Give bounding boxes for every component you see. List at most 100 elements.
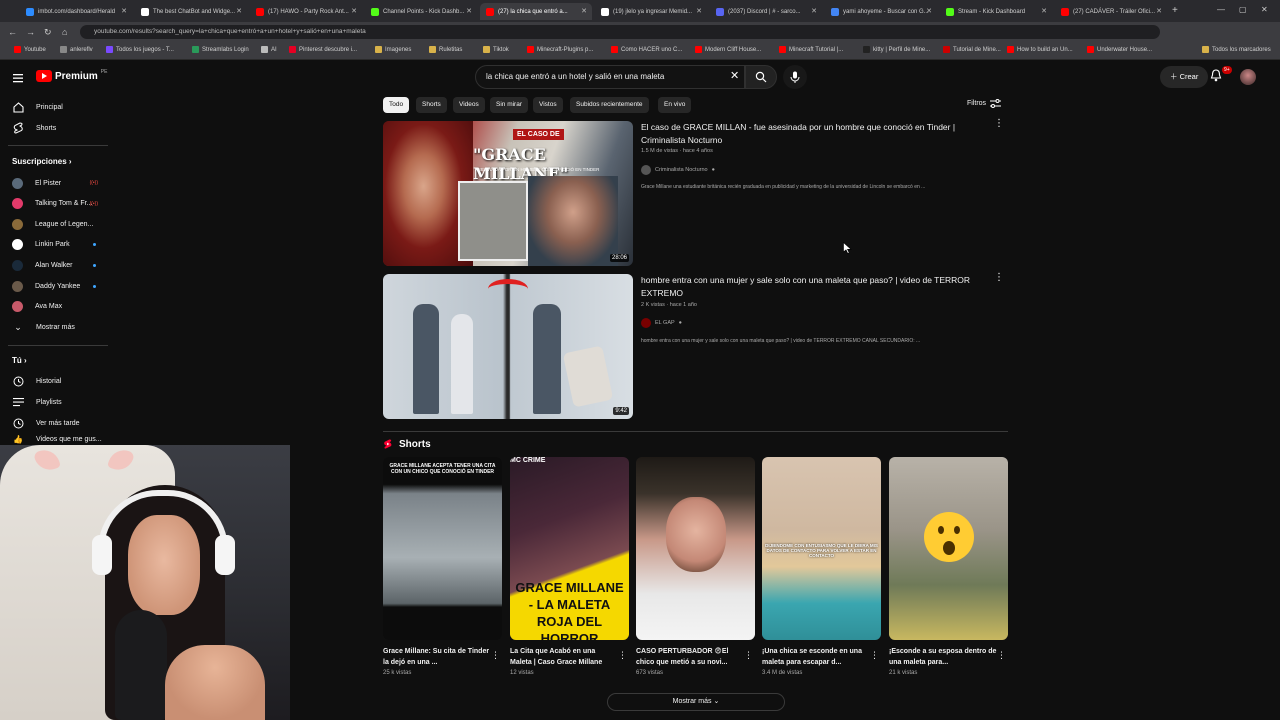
notifications-bell-icon[interactable]: [1210, 69, 1222, 87]
short-thumbnail[interactable]: GRACE MILLANE ACEPTA TENER UNA CITA CON …: [383, 457, 502, 640]
bookmark-item[interactable]: anlereflv: [60, 46, 93, 53]
close-tab-icon[interactable]: ✕: [581, 7, 587, 15]
clear-search-icon[interactable]: ✕: [730, 69, 739, 82]
bookmark-item[interactable]: Tutorial de Mine...: [943, 46, 1001, 53]
more-options-icon[interactable]: ⋮: [997, 650, 1006, 661]
video-title[interactable]: El caso de GRACE MILLAN - fue asesinada …: [641, 121, 991, 147]
browser-tab[interactable]: Channel Points - Kick Dashb... ✕: [365, 3, 477, 20]
close-tab-icon[interactable]: ✕: [351, 7, 357, 15]
bookmark-item[interactable]: Minecraft Tutorial |...: [779, 46, 843, 53]
more-options-icon[interactable]: ⋮: [491, 650, 500, 661]
browser-tab[interactable]: (19) jlelo ya ingresar Memid... ✕: [595, 3, 707, 20]
bookmark-item[interactable]: AI: [261, 46, 277, 53]
more-options-icon[interactable]: ⋮: [994, 119, 1004, 129]
close-tab-icon[interactable]: ✕: [466, 7, 472, 15]
bookmark-item[interactable]: Youtube: [14, 46, 46, 53]
filters-button[interactable]: Filtros: [967, 99, 1002, 108]
browser-tab[interactable]: imbot.com/dashboard/Herald ✕: [20, 3, 132, 20]
voice-search-button[interactable]: [783, 65, 807, 89]
url-field[interactable]: youtube.com/results?search_query=la+chic…: [80, 25, 1160, 39]
close-tab-icon[interactable]: ✕: [236, 7, 242, 15]
sidebar-subscription[interactable]: Linkin Park: [0, 235, 112, 255]
browser-tab[interactable]: (17) HAWO - Party Rock Ant... ✕: [250, 3, 362, 20]
sidebar-subscription[interactable]: League of Legen...: [0, 214, 112, 234]
bookmark-item[interactable]: Streamlabs Login: [192, 46, 249, 53]
minimize-icon[interactable]: —: [1217, 5, 1225, 14]
sidebar-subscription[interactable]: Talking Tom & Fr... ((•)): [0, 194, 112, 214]
show-more-button[interactable]: Mostrar más ⌄: [607, 693, 785, 711]
more-options-icon[interactable]: ⋮: [994, 273, 1004, 283]
short-title[interactable]: ¡Una chica se esconde en una maleta para…: [762, 646, 870, 668]
short-title[interactable]: CASO PERTURBADOR 😨El chico que metió a s…: [636, 646, 744, 668]
sidebar-item-principal[interactable]: Principal: [0, 97, 112, 117]
sidebar-item-historial[interactable]: Historial: [0, 371, 112, 391]
reload-icon[interactable]: ↻: [44, 27, 52, 38]
all-bookmarks[interactable]: Todos los marcadores: [1202, 46, 1271, 53]
menu-icon[interactable]: [13, 70, 23, 88]
sidebar-subscription[interactable]: Ava Max: [0, 297, 112, 317]
browser-tab[interactable]: (27) la chica que entró a... ✕: [480, 3, 592, 20]
sidebar-subscription[interactable]: El Pister ((•)): [0, 173, 112, 193]
youtube-logo[interactable]: Premium PE: [36, 69, 107, 82]
filter-chip[interactable]: Shorts: [416, 97, 447, 113]
home-icon[interactable]: ⌂: [62, 27, 67, 37]
bookmark-item[interactable]: Underwater House...: [1087, 46, 1152, 53]
close-tab-icon[interactable]: ✕: [1041, 7, 1047, 15]
subscriptions-header[interactable]: Suscripciones ›: [12, 157, 72, 166]
search-input[interactable]: la chica que entró a un hotel y salió en…: [475, 65, 745, 89]
close-tab-icon[interactable]: ✕: [1156, 7, 1162, 15]
filter-chip[interactable]: Sin mirar: [490, 97, 529, 113]
bookmark-item[interactable]: Pinterest descubre i...: [289, 46, 357, 53]
channel-link[interactable]: Criminalista Nocturno ●: [641, 165, 715, 175]
bookmark-item[interactable]: Todos los juegos - T...: [106, 46, 174, 53]
bookmark-item[interactable]: Minecraft-Plugins p...: [527, 46, 593, 53]
short-title[interactable]: La Cita que Acabó en una Maleta | Caso G…: [510, 646, 618, 668]
filter-chip[interactable]: Subidos recientemente: [570, 97, 649, 113]
short-thumbnail[interactable]: MC CRIME GRACE MILLANE - LA MALETA ROJA …: [510, 457, 629, 640]
bookmark-item[interactable]: Tiktok: [483, 46, 509, 53]
bookmark-item[interactable]: Imagenes: [375, 46, 411, 53]
sidebar-subscription[interactable]: Daddy Yankee: [0, 276, 112, 296]
short-title[interactable]: Grace Millane: Su cita de Tinder la dejó…: [383, 646, 491, 668]
video-thumbnail[interactable]: EL CASO DE "GRACE MILLANE" ASESINADA POR…: [383, 121, 633, 266]
back-icon[interactable]: ←: [8, 27, 17, 37]
close-tab-icon[interactable]: ✕: [121, 7, 127, 15]
browser-tab[interactable]: yami ahoyeme - Buscar con G... ✕: [825, 3, 937, 20]
browser-tab[interactable]: The best ChatBot and Widge... ✕: [135, 3, 247, 20]
bookmark-item[interactable]: Modern Cliff House...: [695, 46, 761, 53]
bookmark-item[interactable]: Ruletitas: [429, 46, 462, 53]
short-thumbnail[interactable]: [889, 457, 1008, 640]
account-avatar[interactable]: [1240, 69, 1256, 85]
bookmark-item[interactable]: kitty | Perfil de Mine...: [863, 46, 930, 53]
more-options-icon[interactable]: ⋮: [870, 650, 879, 661]
browser-tab[interactable]: (2037) Discord | # - sarco... ✕: [710, 3, 822, 20]
bookmark-item[interactable]: Como HACER uno C...: [611, 46, 682, 53]
channel-link[interactable]: EL GAP ●: [641, 318, 682, 328]
sidebar-item-playlists[interactable]: Playlists: [0, 392, 112, 412]
close-tab-icon[interactable]: ✕: [926, 7, 932, 15]
short-thumbnail[interactable]: DIJIENDOME CON ENTUSIASMO QUE LE DIERA M…: [762, 457, 881, 640]
close-tab-icon[interactable]: ✕: [811, 7, 817, 15]
video-thumbnail[interactable]: 9:42: [383, 274, 633, 419]
browser-tab[interactable]: (27) CADÁVER - Tráiler Ofici... ✕: [1055, 3, 1167, 20]
search-button[interactable]: [745, 65, 777, 89]
bookmark-item[interactable]: How to build an Un...: [1007, 46, 1073, 53]
maximize-icon[interactable]: ▢: [1239, 5, 1247, 14]
short-title[interactable]: ¡Esconde a su esposa dentro de una malet…: [889, 646, 997, 668]
more-options-icon[interactable]: ⋮: [618, 650, 627, 661]
filter-chip[interactable]: Todo: [383, 97, 410, 113]
filter-chip[interactable]: Videos: [453, 97, 485, 113]
video-title[interactable]: hombre entra con una mujer y sale solo c…: [641, 274, 991, 300]
you-header[interactable]: Tú ›: [12, 356, 27, 365]
close-window-icon[interactable]: ✕: [1261, 5, 1268, 14]
filter-chip[interactable]: En vivo: [658, 97, 692, 113]
more-options-icon[interactable]: ⋮: [744, 650, 753, 661]
sidebar-subscription[interactable]: Alan Walker: [0, 255, 112, 275]
sidebar-show-more[interactable]: ⌄ Mostrar más: [0, 317, 112, 337]
sidebar-item-ver-mas-tarde[interactable]: Ver más tarde: [0, 413, 112, 433]
filter-chip[interactable]: Vistos: [533, 97, 563, 113]
short-thumbnail[interactable]: [636, 457, 755, 640]
close-tab-icon[interactable]: ✕: [696, 7, 702, 15]
sidebar-item-liked[interactable]: 👍 Videos que me gus...: [0, 434, 112, 445]
forward-icon[interactable]: →: [26, 27, 35, 37]
